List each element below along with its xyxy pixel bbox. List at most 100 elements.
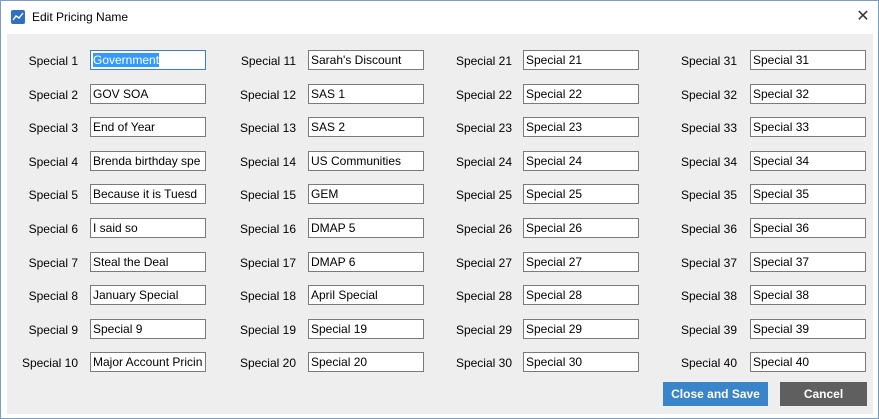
special-33-input[interactable]: Special 33 [750,117,866,137]
special-25-value: Special 25 [526,187,583,201]
special-6-value: I said so [93,221,138,235]
special-19-value: Special 19 [311,322,368,336]
special-39-label: Special 39 [680,323,737,337]
special-33-label: Special 33 [680,121,737,135]
special-8-input[interactable]: January Special [90,285,206,305]
special-26-value: Special 26 [526,221,583,235]
special-11-label: Special 11 [240,54,296,68]
special-9-input[interactable]: Special 9 [90,319,206,339]
special-40-input[interactable]: Special 40 [750,352,866,372]
special-38-input[interactable]: Special 38 [750,285,866,305]
special-10-label: Special 10 [21,356,78,370]
fields-panel: Close and Save Cancel Special 1 Governmen… [7,34,873,414]
special-20-label: Special 20 [239,356,296,370]
special-29-input[interactable]: Special 29 [523,319,639,339]
special-22-value: Special 22 [526,87,583,101]
special-14-value: US Communities [311,154,402,168]
special-23-input[interactable]: Special 23 [523,117,639,137]
special-21-label: Special 21 [455,54,512,68]
special-7-value: Steal the Deal [93,255,169,269]
special-7-label: Special 7 [28,256,78,270]
special-40-value: Special 40 [753,355,810,369]
special-38-label: Special 38 [680,289,737,303]
special-15-input[interactable]: GEM [308,184,424,204]
special-38-value: Special 38 [753,288,810,302]
special-7-input[interactable]: Steal the Deal [90,252,206,272]
special-25-input[interactable]: Special 25 [523,184,639,204]
special-1-input[interactable]: Government [90,50,206,70]
special-11-input[interactable]: Sarah's Discount [308,50,424,70]
special-35-input[interactable]: Special 35 [750,184,866,204]
special-35-value: Special 35 [753,187,810,201]
special-28-value: Special 28 [526,288,583,302]
special-24-input[interactable]: Special 24 [523,151,639,171]
special-39-value: Special 39 [753,322,810,336]
special-35-label: Special 35 [680,188,737,202]
special-17-label: Special 17 [239,256,296,270]
special-36-label: Special 36 [680,222,737,236]
title-bar[interactable]: Edit Pricing Name ✕ [1,1,878,33]
special-29-label: Special 29 [455,323,512,337]
special-34-input[interactable]: Special 34 [750,151,866,171]
special-20-input[interactable]: Special 20 [308,352,424,372]
special-30-input[interactable]: Special 30 [523,352,639,372]
special-14-input[interactable]: US Communities [308,151,424,171]
special-19-input[interactable]: Special 19 [308,319,424,339]
special-2-label: Special 2 [28,88,78,102]
special-31-label: Special 31 [680,54,737,68]
special-32-label: Special 32 [680,88,737,102]
special-33-value: Special 33 [753,120,810,134]
special-36-input[interactable]: Special 36 [750,218,866,238]
cancel-button[interactable]: Cancel [780,382,867,406]
special-26-label: Special 26 [455,222,512,236]
special-27-label: Special 27 [455,256,512,270]
special-27-value: Special 27 [526,255,583,269]
special-13-input[interactable]: SAS 2 [308,117,424,137]
special-18-input[interactable]: April Special [308,285,424,305]
special-6-input[interactable]: I said so [90,218,206,238]
special-14-label: Special 14 [239,155,296,169]
special-22-input[interactable]: Special 22 [523,84,639,104]
special-31-value: Special 31 [753,53,810,67]
special-4-label: Special 4 [28,155,78,169]
special-13-value: SAS 2 [311,120,346,134]
special-15-label: Special 15 [239,188,296,202]
special-9-label: Special 9 [28,323,78,337]
close-and-save-button[interactable]: Close and Save [663,382,768,406]
special-39-input[interactable]: Special 39 [750,319,866,339]
special-17-input[interactable]: DMAP 6 [308,252,424,272]
special-18-value: April Special [311,288,378,302]
special-19-label: Special 19 [239,323,296,337]
edit-pricing-name-dialog: Edit Pricing Name ✕ Close and Save Cance… [0,0,879,419]
special-26-input[interactable]: Special 26 [523,218,639,238]
special-27-input[interactable]: Special 27 [523,252,639,272]
special-28-input[interactable]: Special 28 [523,285,639,305]
special-16-input[interactable]: DMAP 5 [308,218,424,238]
special-13-label: Special 13 [239,121,296,135]
special-3-input[interactable]: End of Year [90,117,206,137]
special-31-input[interactable]: Special 31 [750,50,866,70]
special-4-input[interactable]: Brenda birthday spe [90,151,206,171]
special-21-input[interactable]: Special 21 [523,50,639,70]
special-37-input[interactable]: Special 37 [750,252,866,272]
special-2-input[interactable]: GOV SOA [90,84,206,104]
special-10-input[interactable]: Major Account Pricin [90,352,206,372]
special-32-input[interactable]: Special 32 [750,84,866,104]
special-12-value: SAS 1 [311,87,346,101]
special-23-label: Special 23 [455,121,512,135]
special-8-label: Special 8 [28,289,78,303]
special-16-value: DMAP 5 [311,221,356,235]
special-37-label: Special 37 [680,256,737,270]
special-5-input[interactable]: Because it is Tuesd [90,184,206,204]
close-icon[interactable]: ✕ [848,1,878,33]
special-12-input[interactable]: SAS 1 [308,84,424,104]
special-3-label: Special 3 [28,121,78,135]
special-34-label: Special 34 [680,155,737,169]
special-6-label: Special 6 [28,222,78,236]
special-2-value: GOV SOA [93,87,149,101]
special-40-label: Special 40 [680,356,737,370]
special-29-value: Special 29 [526,322,583,336]
special-25-label: Special 25 [455,188,512,202]
special-23-value: Special 23 [526,120,583,134]
special-37-value: Special 37 [753,255,810,269]
